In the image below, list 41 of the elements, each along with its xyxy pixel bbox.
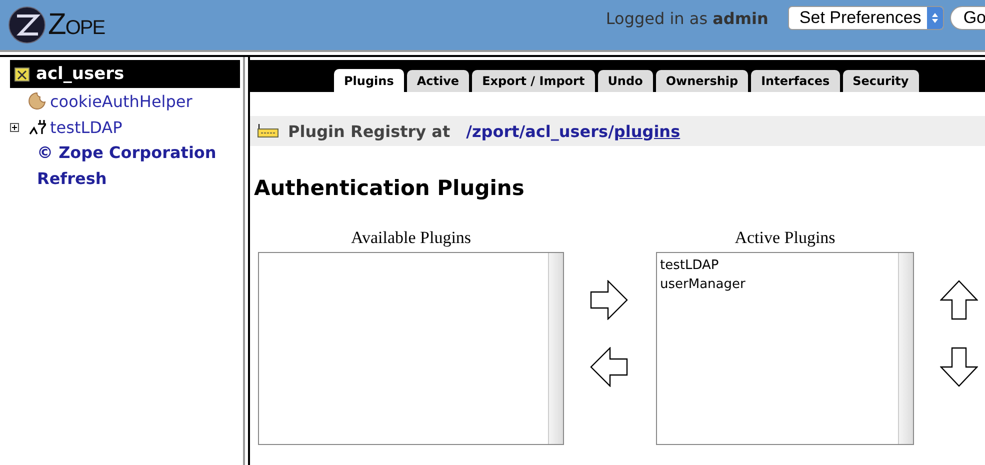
cookie-icon xyxy=(28,92,46,110)
tree-item-link[interactable]: cookieAuthHelper xyxy=(50,92,192,110)
list-title: Active Plugins xyxy=(734,228,836,249)
up-arrow-icon[interactable] xyxy=(940,280,978,320)
tab[interactable]: Undo xyxy=(598,70,653,92)
path-link[interactable]: / xyxy=(608,122,614,140)
tree-title-bar[interactable]: acl_users xyxy=(10,60,240,88)
logo-text: ZOPE xyxy=(48,8,105,42)
sidebar-link[interactable]: © Zope Corporation xyxy=(10,140,240,166)
path-link[interactable]: /acl_users xyxy=(519,122,608,140)
registry-label: Plugin Registry at xyxy=(288,122,450,140)
list-title: Available Plugins xyxy=(350,228,472,249)
list-option[interactable]: userManager xyxy=(660,275,895,294)
tree-item-link[interactable]: testLDAP xyxy=(50,118,122,136)
tree-title: acl_users xyxy=(36,64,124,84)
expand-icon[interactable] xyxy=(10,122,19,132)
page-heading: Authentication Plugins xyxy=(254,176,526,202)
preferences-select[interactable]: Set Preferences xyxy=(788,6,944,30)
stepper-icon xyxy=(931,12,940,24)
path-link[interactable]: plugins xyxy=(614,122,680,140)
tab[interactable]: Export / Import xyxy=(472,70,595,92)
login-status: Logged in as admin xyxy=(606,8,768,28)
plug-icon xyxy=(28,118,46,136)
active-plugins-list[interactable]: testLDAP userManager xyxy=(656,252,914,445)
scrollbar[interactable] xyxy=(898,253,913,444)
list-option[interactable]: testLDAP xyxy=(660,256,895,275)
go-button[interactable]: Go xyxy=(950,6,985,30)
tab[interactable]: Plugins xyxy=(334,69,404,92)
tab[interactable]: Active xyxy=(406,70,470,92)
tab[interactable]: Interfaces xyxy=(751,70,840,92)
logo-icon xyxy=(8,6,46,44)
plugin-registry-icon xyxy=(256,123,280,139)
path-link[interactable]: /zport xyxy=(466,122,520,140)
right-arrow-icon[interactable] xyxy=(590,280,628,320)
scrollbar[interactable] xyxy=(548,253,563,444)
sidebar-link[interactable]: Refresh xyxy=(10,166,240,192)
folder-icon xyxy=(14,66,30,82)
tab[interactable]: Ownership xyxy=(656,70,748,92)
tab[interactable]: Security xyxy=(842,70,919,92)
down-arrow-icon[interactable] xyxy=(940,347,978,387)
left-arrow-icon[interactable] xyxy=(590,347,628,387)
